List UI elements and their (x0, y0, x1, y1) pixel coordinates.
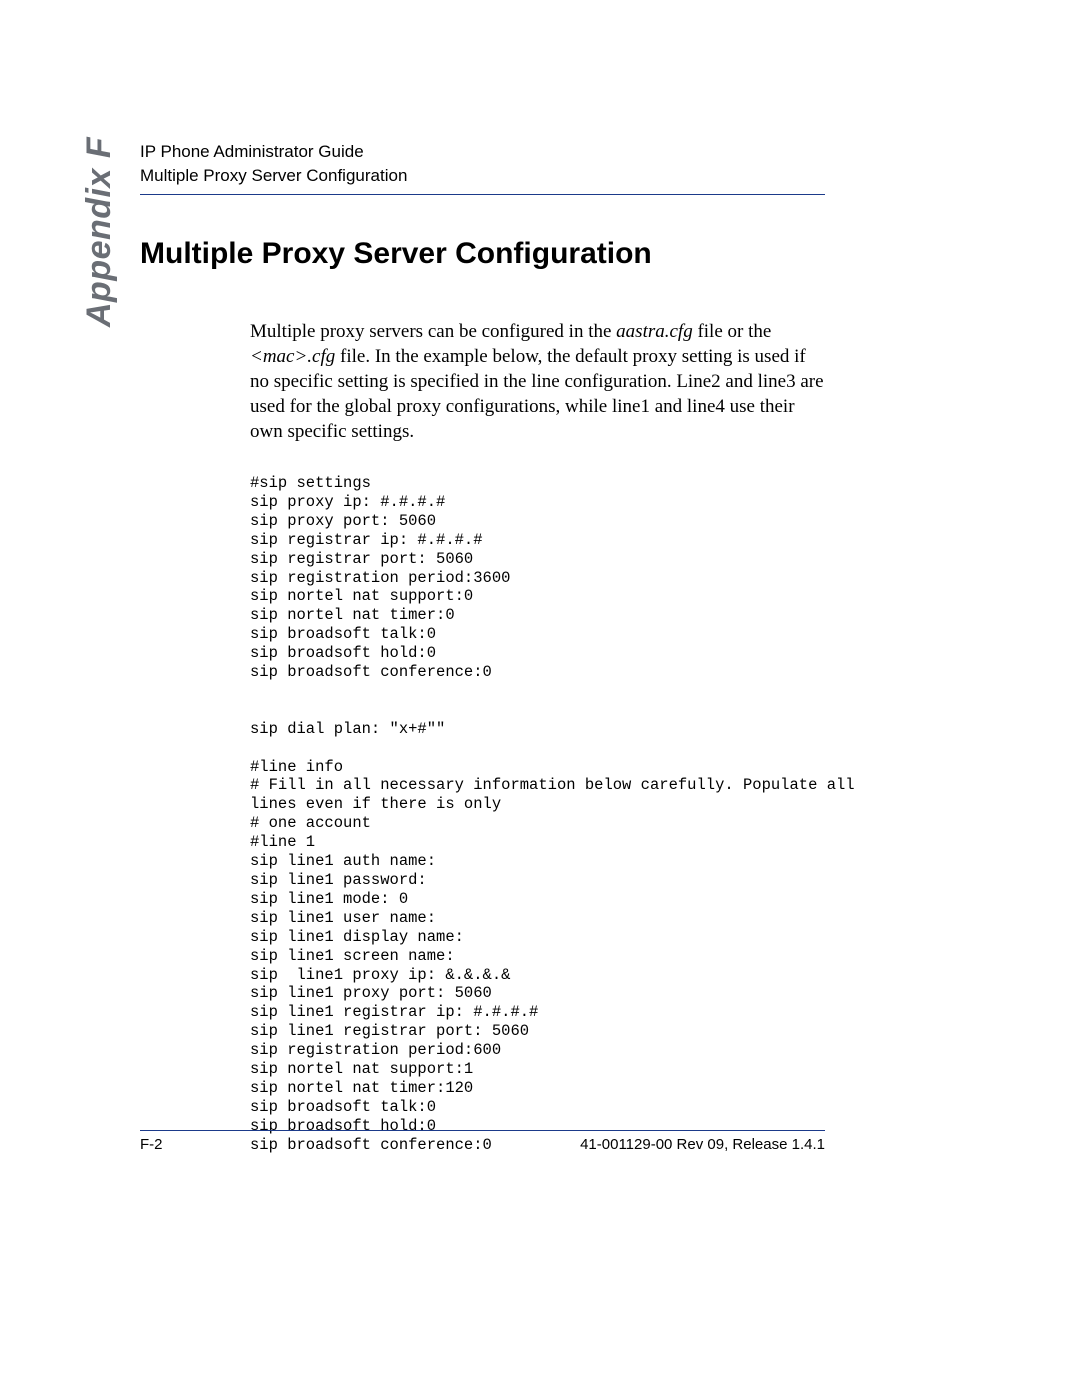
para-text-1: Multiple proxy servers can be configured… (250, 321, 616, 342)
appendix-side-label: Appendix F (80, 137, 119, 327)
page-number: F-2 (140, 1136, 163, 1153)
para-italic-2: <mac>.cfg (250, 346, 335, 367)
header-line-1: IP Phone Administrator Guide (140, 140, 825, 164)
para-text-2: file or the (693, 321, 772, 342)
doc-revision: 41-001129-00 Rev 09, Release 1.4.1 (580, 1136, 825, 1153)
page-footer: F-2 41-001129-00 Rev 09, Release 1.4.1 (140, 1136, 825, 1153)
para-italic-1: aastra.cfg (616, 321, 693, 342)
para-text-3: file. In the example below, the default … (250, 346, 824, 442)
footer-rule (140, 1130, 825, 1131)
section-heading: Multiple Proxy Server Configuration (140, 237, 825, 271)
header-line-2: Multiple Proxy Server Configuration (140, 164, 825, 188)
running-header: IP Phone Administrator Guide Multiple Pr… (140, 140, 825, 188)
intro-paragraph: Multiple proxy servers can be configured… (250, 319, 825, 444)
header-rule (140, 194, 825, 195)
config-code-block: #sip settings sip proxy ip: #.#.#.# sip … (250, 474, 825, 1155)
